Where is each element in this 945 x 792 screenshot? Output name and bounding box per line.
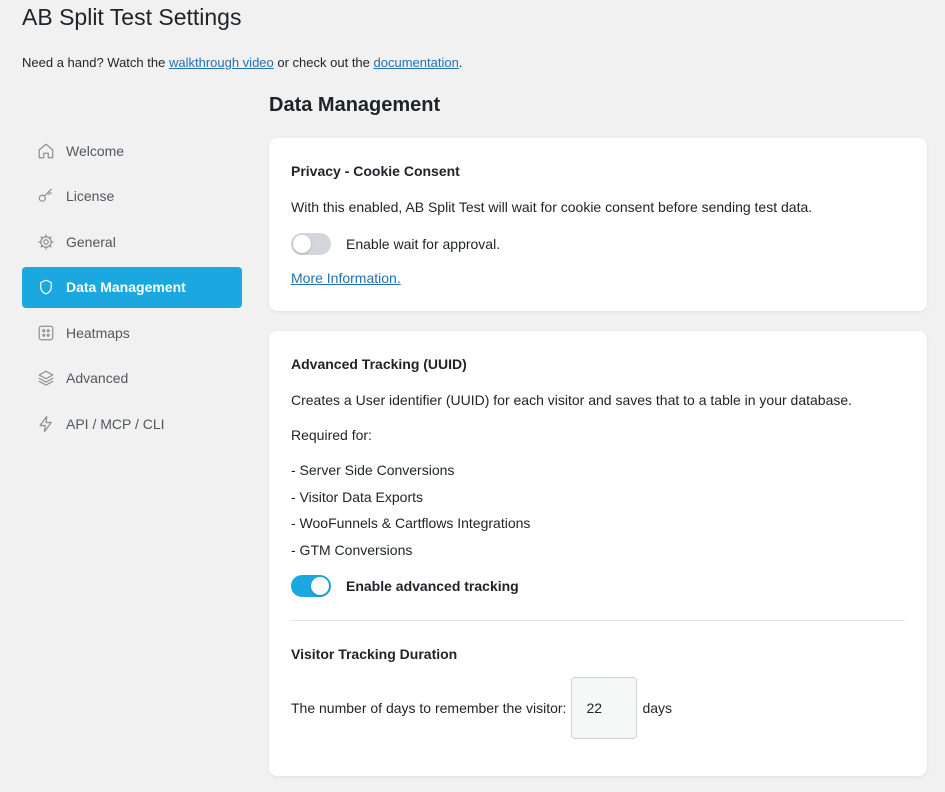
- lightning-icon: [36, 414, 56, 434]
- list-item: - WooFunnels & Cartflows Integrations: [291, 515, 531, 531]
- sidebar-item-label: Data Management: [66, 279, 186, 295]
- duration-row: The number of days to remember the visit…: [291, 677, 672, 739]
- sidebar-item-label: License: [66, 188, 115, 204]
- sidebar-item-label: API / MCP / CLI: [66, 415, 165, 432]
- divider: [291, 620, 905, 621]
- help-line: Need a hand? Watch the walkthrough video…: [22, 55, 462, 70]
- wait-approval-toggle[interactable]: [291, 233, 331, 255]
- gear-icon: [36, 232, 56, 252]
- privacy-cookie-consent-card: Privacy - Cookie Consent With this enabl…: [269, 138, 927, 311]
- sidebar-item-label: Heatmaps: [66, 324, 130, 341]
- settings-sidebar: Welcome License General Data Management …: [22, 130, 242, 449]
- sidebar-item-api[interactable]: API / MCP / CLI: [22, 403, 242, 444]
- sidebar-item-label: Welcome: [66, 142, 125, 159]
- sidebar-item-advanced[interactable]: Advanced: [22, 358, 242, 399]
- sidebar-item-label: Advanced: [66, 370, 129, 386]
- help-middle: or check out the: [277, 55, 370, 70]
- sidebar-item-heatmaps[interactable]: Heatmaps: [22, 312, 242, 353]
- more-information-link[interactable]: More Information.: [291, 270, 401, 286]
- sidebar-item-welcome[interactable]: Welcome: [22, 130, 242, 171]
- advanced-tracking-row: Enable advanced tracking: [291, 575, 519, 597]
- layers-icon: [36, 368, 56, 388]
- advanced-tracking-label: Enable advanced tracking: [346, 578, 519, 594]
- key-icon: [36, 186, 56, 206]
- sidebar-item-data-management[interactable]: Data Management: [22, 266, 242, 308]
- wait-approval-row: Enable wait for approval.: [291, 233, 500, 255]
- privacy-description: With this enabled, AB Split Test will wa…: [291, 199, 813, 215]
- tracking-description: Creates a User identifier (UUID) for eac…: [291, 392, 853, 408]
- list-item: - Visitor Data Exports: [291, 489, 424, 505]
- sidebar-item-general[interactable]: General: [22, 221, 242, 262]
- section-title: Data Management: [269, 94, 441, 116]
- required-for-label: Required for:: [291, 427, 372, 443]
- duration-label: The number of days to remember the visit…: [291, 700, 567, 716]
- list-item: - Server Side Conversions: [291, 462, 455, 478]
- days-input[interactable]: [571, 677, 638, 739]
- home-icon: [36, 141, 56, 161]
- grid-icon: [36, 323, 56, 343]
- documentation-link[interactable]: documentation: [374, 55, 459, 70]
- toggle-knob: [293, 235, 311, 253]
- duration-heading: Visitor Tracking Duration: [291, 646, 458, 662]
- sidebar-item-license[interactable]: License: [22, 176, 242, 217]
- help-suffix: .: [458, 55, 463, 70]
- tracking-heading: Advanced Tracking (UUID): [291, 356, 467, 372]
- toggle-knob: [311, 577, 329, 595]
- duration-unit: days: [642, 700, 673, 716]
- wait-approval-label: Enable wait for approval.: [346, 236, 501, 252]
- privacy-heading: Privacy - Cookie Consent: [291, 163, 460, 179]
- list-item: - GTM Conversions: [291, 542, 413, 558]
- advanced-tracking-card: Advanced Tracking (UUID) Creates a User …: [269, 331, 927, 776]
- page-title: AB Split Test Settings: [22, 4, 242, 30]
- help-prefix: Need a hand? Watch the: [22, 55, 166, 70]
- shield-icon: [36, 277, 56, 297]
- advanced-tracking-toggle[interactable]: [291, 575, 331, 597]
- walkthrough-video-link[interactable]: walkthrough video: [169, 55, 274, 70]
- sidebar-item-label: General: [66, 233, 116, 250]
